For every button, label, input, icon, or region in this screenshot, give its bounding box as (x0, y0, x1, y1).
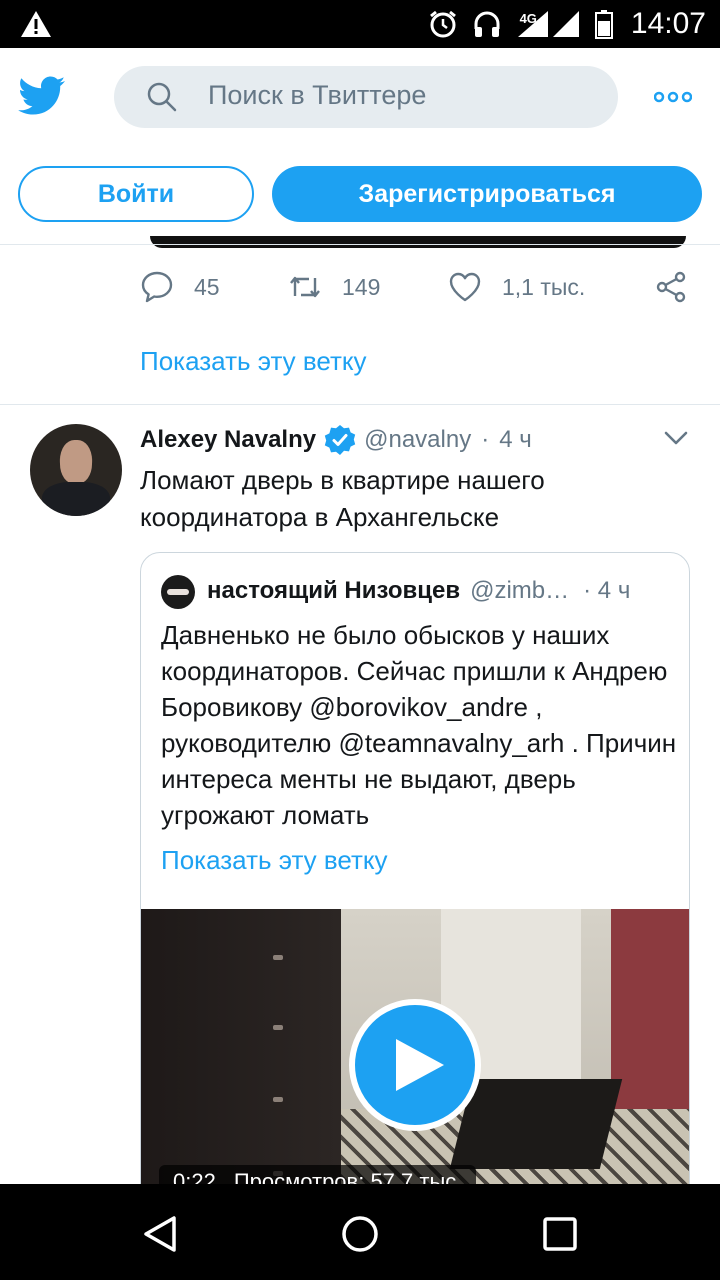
quoted-header: настоящий Низовцев @zimb… · 4 ч (207, 573, 630, 609)
quoted-author-handle: @zimb… (470, 577, 570, 604)
battery-icon (594, 10, 613, 39)
network-type: 4G (519, 10, 537, 26)
tweet-time[interactable]: 4 ч (499, 426, 532, 454)
retweet-count: 149 (342, 273, 381, 300)
status-bar: 4G 14:07 (0, 0, 720, 48)
alarm-icon (429, 10, 456, 38)
chevron-down-icon[interactable] (664, 430, 688, 446)
search-placeholder: Поиск в Твиттере (208, 80, 427, 110)
share-icon (656, 271, 686, 303)
more-options-icon[interactable] (654, 91, 692, 103)
play-icon (396, 1039, 444, 1091)
navigation-bar (0, 1184, 720, 1280)
quoted-show-thread-link[interactable]: Показать эту ветку (161, 845, 388, 876)
search-input[interactable]: Поиск в Твиттере (114, 66, 618, 128)
like-count: 1,1 тыс. (502, 273, 586, 300)
warning-icon (21, 11, 51, 37)
auth-bar: Войти Зарегистрироваться (0, 148, 720, 244)
home-icon[interactable] (340, 1214, 380, 1254)
twitter-logo-icon[interactable] (18, 76, 66, 116)
status-time: 14:07 (630, 7, 706, 40)
search-icon (147, 82, 177, 112)
previous-tweet-actions: 45 149 1,1 тыс. (0, 262, 720, 312)
recents-icon[interactable] (540, 1214, 580, 1254)
quoted-author-name: настоящий Низовцев (207, 577, 461, 604)
retweet-icon (290, 276, 320, 298)
tweet-text: Ломают дверь в квартире нашего координат… (140, 465, 545, 532)
play-button[interactable] (349, 999, 481, 1131)
previous-tweet-media[interactable] (150, 236, 686, 248)
avatar[interactable] (30, 424, 122, 516)
verified-badge-icon (324, 425, 356, 455)
separator-dot: · (481, 426, 490, 453)
login-button[interactable]: Войти (18, 166, 254, 222)
quoted-text: Давненько не было обысков у наших коорди… (161, 620, 677, 830)
author-handle[interactable]: @navalny (364, 426, 471, 454)
tweet-separator (0, 404, 720, 405)
reply-icon (141, 271, 173, 303)
reply-count: 45 (194, 273, 220, 300)
quoted-time: · 4 ч (583, 577, 631, 604)
cell-signal-icon (552, 11, 579, 37)
quoted-avatar (161, 575, 195, 609)
retweet-button[interactable]: 149 (288, 262, 380, 312)
back-icon[interactable] (140, 1214, 180, 1254)
tweet-header: Alexey Navalny @navalny · 4 ч (140, 422, 532, 458)
show-thread-link[interactable]: Показать эту ветку (140, 346, 367, 377)
header-divider (0, 244, 720, 245)
heart-icon (449, 272, 481, 302)
signup-button[interactable]: Зарегистрироваться (272, 166, 702, 222)
quoted-tweet[interactable]: настоящий Низовцев @zimb… · 4 ч Давненьк… (140, 552, 690, 1252)
headphones-icon (474, 11, 500, 37)
top-bar: Поиск в Твиттере (0, 48, 720, 148)
reply-button[interactable]: 45 (140, 262, 220, 312)
like-button[interactable]: 1,1 тыс. (448, 262, 585, 312)
author-name[interactable]: Alexey Navalny (140, 426, 316, 454)
share-button[interactable] (654, 262, 688, 312)
